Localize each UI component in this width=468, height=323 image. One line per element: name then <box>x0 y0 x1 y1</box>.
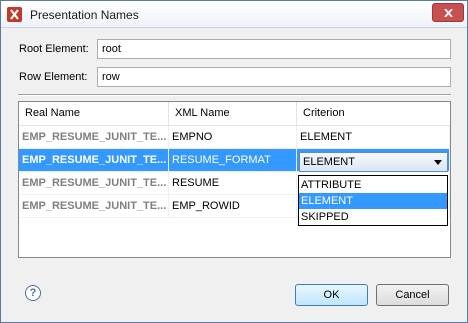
real-name-cell: EMP_RESUME_JUNIT_TE... <box>19 149 169 172</box>
close-icon <box>444 9 453 17</box>
column-header-criterion[interactable]: Criterion <box>297 102 450 125</box>
criterion-dropdown-list[interactable]: ATTRIBUTE ELEMENT SKIPPED <box>298 175 448 226</box>
criterion-combo-value: ELEMENT <box>303 156 355 168</box>
dropdown-option-skipped[interactable]: SKIPPED <box>299 209 447 225</box>
dialog-content: Root Element: root Row Element: row Real… <box>2 28 467 322</box>
column-header-real-name[interactable]: Real Name <box>19 102 169 125</box>
app-logo-icon <box>7 7 22 22</box>
separator <box>18 94 451 96</box>
criterion-cell[interactable]: ELEMENT <box>297 126 450 149</box>
xml-name-cell[interactable]: EMP_ROWID <box>169 195 297 218</box>
cancel-button[interactable]: Cancel <box>376 284 449 306</box>
title-bar: Presentation Names <box>1 1 467 28</box>
table-row[interactable]: EMP_RESUME_JUNIT_TE... EMPNO ELEMENT <box>19 126 450 149</box>
xml-name-cell[interactable]: RESUME_FORMAT <box>169 149 297 172</box>
window-title: Presentation Names <box>30 8 139 22</box>
real-name-cell: EMP_RESUME_JUNIT_TE... <box>19 172 169 195</box>
criterion-combo[interactable]: ELEMENT <box>299 152 448 172</box>
dropdown-option-element[interactable]: ELEMENT <box>299 193 447 209</box>
column-header-xml-name[interactable]: XML Name <box>169 102 297 125</box>
xml-name-cell[interactable]: RESUME <box>169 172 297 195</box>
root-element-input[interactable]: root <box>97 39 451 59</box>
real-name-cell: EMP_RESUME_JUNIT_TE... <box>19 195 169 218</box>
close-button[interactable] <box>432 3 464 22</box>
table-header: Real Name XML Name Criterion <box>19 102 450 126</box>
ok-button[interactable]: OK <box>295 284 368 306</box>
dropdown-option-attribute[interactable]: ATTRIBUTE <box>299 177 447 193</box>
dialog-window: Presentation Names Root Element: root Ro… <box>0 0 468 323</box>
chevron-down-icon[interactable] <box>434 160 442 165</box>
real-name-cell: EMP_RESUME_JUNIT_TE... <box>19 126 169 149</box>
xml-name-cell[interactable]: EMPNO <box>169 126 297 149</box>
help-icon[interactable]: ? <box>25 285 41 301</box>
row-element-input[interactable]: row <box>97 67 451 87</box>
root-element-label: Root Element: <box>19 43 89 55</box>
row-element-label: Row Element: <box>19 71 88 83</box>
